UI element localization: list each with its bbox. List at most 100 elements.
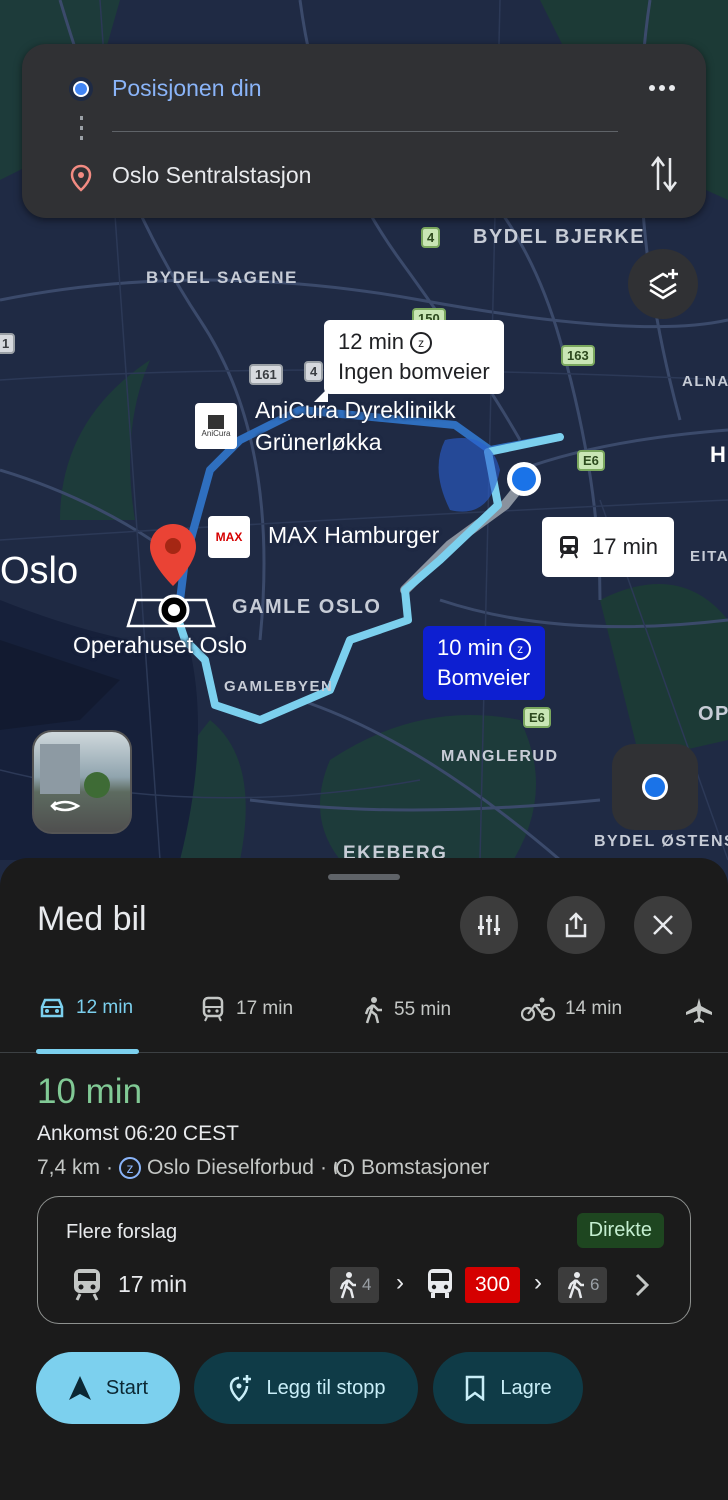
directions-search-box: Posisjonen din Oslo Sentralstasjon bbox=[22, 44, 706, 218]
poi-anicura-area[interactable]: Grünerløkka bbox=[255, 429, 382, 456]
tab-car-label: 12 min bbox=[76, 997, 134, 1018]
poi-max-name[interactable]: MAX Hamburger bbox=[268, 522, 439, 549]
bike-icon bbox=[521, 997, 555, 1022]
meta-separator: · bbox=[319, 1156, 327, 1179]
callout-alt-time-row: 12 min z bbox=[338, 327, 490, 357]
callout-main-time-row: 10 min z bbox=[437, 633, 532, 663]
building-shape bbox=[40, 744, 80, 794]
tune-icon bbox=[478, 915, 500, 935]
save-label: Lagre bbox=[500, 1376, 552, 1399]
route-callout-alternative[interactable]: 12 min z Ingen bomveier bbox=[324, 320, 504, 394]
start-label: Start bbox=[105, 1376, 149, 1399]
walk-icon bbox=[364, 997, 382, 1024]
city-label: Oslo bbox=[0, 550, 79, 592]
bookmark-icon bbox=[466, 1375, 485, 1401]
district-label: BYDEL ØSTENS bbox=[594, 833, 728, 850]
add-location-icon bbox=[229, 1375, 251, 1402]
opera-landmark-icon bbox=[126, 594, 216, 628]
tab-bike-label: 14 min bbox=[565, 998, 623, 1019]
share-icon bbox=[565, 912, 587, 938]
poi-opera-name[interactable]: Operahuset Oslo bbox=[73, 632, 247, 659]
district-label: BYDEL SAGENE bbox=[146, 268, 298, 287]
route-distance: 7,4 km bbox=[37, 1156, 101, 1179]
route-duration: 10 min bbox=[37, 1072, 143, 1111]
district-label: H bbox=[710, 442, 728, 467]
more-dot bbox=[669, 85, 675, 91]
active-tab-indicator bbox=[36, 1049, 139, 1054]
destination-input[interactable]: Oslo Sentralstasjon bbox=[112, 162, 311, 189]
tab-flight[interactable] bbox=[684, 996, 714, 1024]
add-stop-label: Legg til stopp bbox=[266, 1376, 386, 1399]
step-chevron: › bbox=[534, 1269, 542, 1296]
map-view[interactable]: BYDEL BJERKE BYDEL SAGENE GAMLE OSLO GAM… bbox=[0, 0, 728, 900]
walk-icon bbox=[339, 1272, 356, 1299]
chevron-right-icon bbox=[635, 1273, 650, 1297]
drag-handle[interactable] bbox=[328, 874, 400, 880]
district-label: OP bbox=[698, 703, 728, 725]
suggestion-card[interactable]: Flere forslag Direkte 17 min 4 › 300 › 6 bbox=[37, 1196, 691, 1324]
swap-icon[interactable] bbox=[648, 154, 680, 194]
zone-icon: z bbox=[410, 332, 433, 355]
direct-badge: Direkte bbox=[576, 1213, 664, 1248]
car-icon bbox=[40, 998, 64, 1018]
save-button[interactable]: Lagre bbox=[433, 1352, 583, 1424]
suggestion-title: Flere forslag bbox=[66, 1221, 178, 1243]
route-callout-selected[interactable]: 10 min z Bomveier bbox=[423, 626, 546, 700]
zone-icon: z bbox=[119, 1157, 142, 1179]
share-button[interactable] bbox=[547, 896, 605, 954]
park-area bbox=[600, 584, 728, 760]
street-view-thumbnail[interactable] bbox=[32, 730, 132, 834]
district-label: EITA bbox=[690, 548, 728, 565]
close-icon bbox=[653, 915, 673, 935]
route-callout-transit[interactable]: 17 min bbox=[542, 517, 675, 577]
road-shield: 161 bbox=[249, 364, 283, 385]
step-chevron: › bbox=[396, 1269, 404, 1296]
callout-alt-tail bbox=[314, 388, 328, 402]
route-dots bbox=[80, 116, 83, 146]
my-location-icon bbox=[642, 774, 668, 800]
add-stop-button[interactable]: Legg til stopp bbox=[194, 1352, 418, 1424]
zone-icon: z bbox=[509, 638, 532, 661]
anicura-logo[interactable]: AniCura bbox=[195, 403, 237, 449]
layers-button[interactable] bbox=[628, 249, 698, 319]
start-button[interactable]: Start bbox=[36, 1352, 180, 1424]
max-logo[interactable]: MAX bbox=[208, 516, 250, 558]
tab-walk[interactable]: 55 min bbox=[362, 996, 451, 1024]
route-zone: Oslo Dieselforbud bbox=[147, 1156, 314, 1179]
bus-line-badge: 300 bbox=[465, 1267, 521, 1303]
district-label: MANGLERUD bbox=[441, 748, 559, 765]
tab-transit[interactable]: 17 min bbox=[200, 996, 293, 1022]
options-button[interactable] bbox=[460, 896, 518, 954]
tab-car[interactable]: 12 min bbox=[38, 996, 133, 1020]
airplane-icon bbox=[686, 998, 712, 1023]
anicura-icon bbox=[208, 414, 224, 429]
train-icon bbox=[74, 1269, 100, 1301]
close-button[interactable] bbox=[634, 896, 692, 954]
road-shield: E6 bbox=[577, 450, 605, 471]
road-shield: E6 bbox=[523, 707, 551, 728]
poi-anicura-name[interactable]: AniCura Dyreklinikk bbox=[255, 397, 456, 424]
tab-bike[interactable]: 14 min bbox=[521, 996, 622, 1022]
sheet-title: Med bil bbox=[37, 900, 147, 938]
destination-pin-outline-icon bbox=[70, 164, 92, 192]
callout-main-note: Bomveier bbox=[437, 665, 530, 690]
route-details: 7,4 km · z Oslo Dieselforbud · Bomstasjo… bbox=[37, 1156, 489, 1180]
callout-alt-note: Ingen bomveier bbox=[338, 359, 490, 384]
road-shield: 4 bbox=[421, 227, 441, 248]
walk-segment: 4 bbox=[330, 1267, 380, 1303]
district-label: GAMLE OSLO bbox=[232, 596, 382, 618]
more-options-button[interactable] bbox=[644, 68, 680, 108]
destination-pin-icon[interactable] bbox=[150, 524, 196, 586]
tab-walk-label: 55 min bbox=[394, 999, 452, 1020]
train-icon bbox=[202, 996, 224, 1022]
tab-transit-label: 17 min bbox=[236, 998, 294, 1019]
my-location-button[interactable] bbox=[612, 744, 698, 830]
walk-icon bbox=[567, 1272, 584, 1299]
navigation-arrow-icon bbox=[68, 1376, 91, 1400]
origin-dot-icon bbox=[69, 77, 93, 101]
train-icon bbox=[560, 536, 578, 559]
search-divider bbox=[112, 131, 618, 132]
road-shield: 163 bbox=[561, 345, 595, 366]
more-dot bbox=[649, 85, 655, 91]
origin-input[interactable]: Posisjonen din bbox=[112, 75, 262, 102]
